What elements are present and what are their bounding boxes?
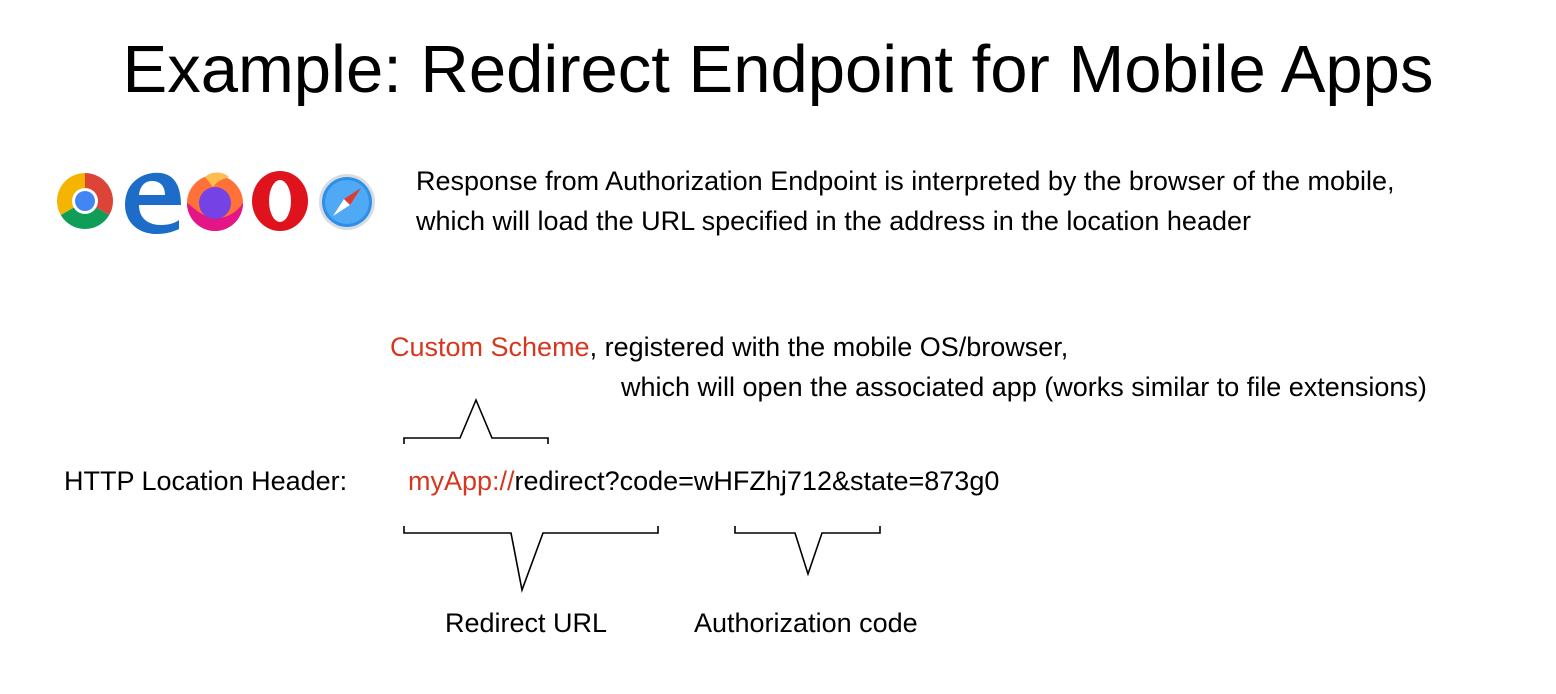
custom-scheme-label: Custom Scheme (390, 332, 590, 362)
scheme-brace (403, 397, 549, 444)
response-description: Response from Authorization Endpoint is … (416, 161, 1395, 241)
description-line-2: which will load the URL specified in the… (416, 206, 1251, 236)
redirect-url-label: Redirect URL (445, 608, 608, 638)
custom-scheme-note-line-2: which will open the associated app (work… (621, 372, 1427, 402)
location-header-label: HTTP Location Header: (64, 466, 348, 496)
firefox-icon (187, 172, 243, 231)
chrome-icon (56, 173, 114, 230)
authorization-code-label: Authorization code (694, 608, 918, 638)
page-title: Example: Redirect Endpoint for Mobile Ap… (122, 32, 1434, 107)
description-line-1: Response from Authorization Endpoint is … (416, 166, 1395, 196)
browser-icons (56, 171, 375, 234)
custom-scheme-text: , registered with the mobile OS/browser, (589, 332, 1069, 362)
url-rest: redirect?code=wHFZhj712&state=873g0 (514, 466, 1000, 496)
authorization-code-brace (734, 526, 881, 577)
url-scheme: myApp:// (408, 466, 515, 496)
redirect-url-brace (403, 526, 659, 593)
custom-scheme-note: Custom Scheme, registered with the mobil… (390, 327, 1068, 367)
edge-icon (125, 172, 181, 234)
safari-icon (319, 174, 375, 230)
location-header-value: myApp://redirect?code=wHFZhj712&state=87… (408, 461, 999, 501)
opera-icon (252, 171, 308, 231)
